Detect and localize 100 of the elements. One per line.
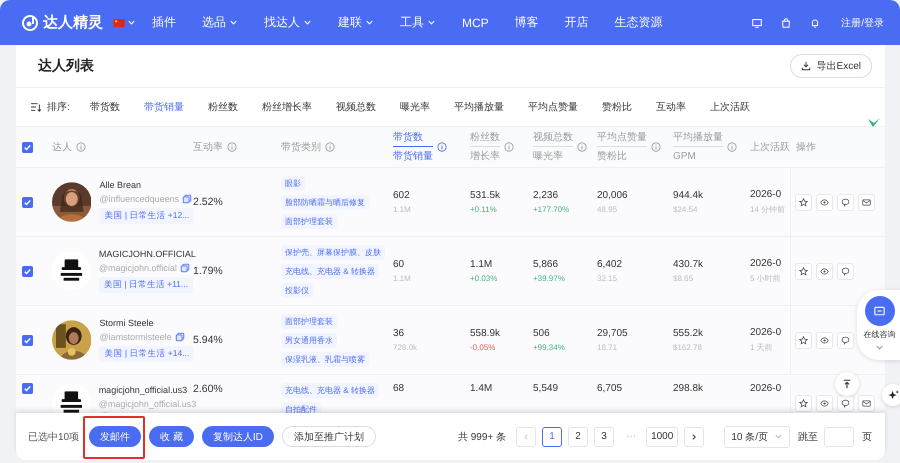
table-cell-text: 602 [393,190,411,201]
page-button[interactable]: 1 [542,426,562,446]
creator-name[interactable]: Alle Brean [99,180,193,190]
sort-option[interactable]: 赞粉比 [602,100,632,114]
column-header[interactable]: 粉丝数 增长率 [470,132,514,162]
copy-icon[interactable] [180,263,190,273]
action-button[interactable] [837,332,854,348]
chevron-down-icon [365,18,374,27]
column-header[interactable]: 平均播放量 GPM [673,132,737,162]
chat-bubble-icon [841,336,850,344]
chat-bubble-icon [841,266,850,276]
page-button[interactable]: 2 [568,426,588,446]
column-header[interactable]: 上次活跃 [750,140,790,154]
column-header[interactable]: 操作 [796,140,816,154]
action-button[interactable]: 收 藏 [149,426,194,447]
export-button[interactable]: 导出Excel [790,54,872,78]
chevron-left-icon [522,432,530,440]
creator-handle: @influencedqueens [99,194,180,204]
nav-item[interactable]: 博客 [514,14,539,31]
checkbox[interactable] [22,334,33,346]
consult-label: 在线咨询 [864,329,896,340]
page-jump-field[interactable] [824,426,854,446]
action-button[interactable] [858,194,875,210]
tag-chip[interactable]: 美国 | 日常生活 +11... [98,277,193,293]
creator-name[interactable]: magicjohn_official.us3 [98,384,193,394]
action-button[interactable] [837,194,854,210]
sparkle-button[interactable] [882,384,900,406]
sort-option[interactable]: 平均点赞量 [528,100,578,114]
action-button[interactable]: 复制达人ID [202,426,274,447]
logo-icon [22,14,38,30]
table-cell-text: +177.70% [533,205,570,214]
nav-item[interactable]: 插件 [152,14,176,31]
action-button[interactable] [837,262,854,280]
action-button[interactable]: 发邮件 [89,426,142,447]
page-button[interactable]: 1000 [646,426,678,446]
action-button[interactable] [816,262,833,280]
category-tag: 充电线、充电器 & 转换器 [281,264,379,278]
sort-option[interactable]: 带货数 [90,100,120,114]
action-button[interactable] [858,394,875,412]
checkbox[interactable] [22,196,33,208]
nav-item[interactable]: 工具 [400,14,436,31]
tag-chip[interactable]: 美国 | 日常生活 +12... [99,208,194,224]
monitor-icon[interactable] [751,16,764,28]
sort-option[interactable]: 视频总数 [336,100,376,114]
column-header[interactable]: 视频总数 曝光率 [533,132,587,162]
shopping-bag-icon[interactable] [780,16,792,28]
creator-name[interactable]: Stormi Steele [99,318,193,328]
column-header[interactable]: 带货类别 [281,140,335,154]
page-size-select[interactable]: 10 条/页 [724,426,790,448]
tag-chip[interactable]: 美国 | 日常生活 +14... [99,346,194,362]
column-header[interactable]: 互动率 [193,140,237,154]
action-button[interactable] [816,332,833,348]
column-header[interactable]: 带货数 带货销量 [393,132,447,162]
check-mark-icon[interactable] [867,117,881,129]
checkbox[interactable] [22,142,33,152]
action-button[interactable]: 添加至推广计划 [282,426,376,447]
checkbox[interactable] [22,266,33,276]
nav-item[interactable]: 选品 [202,14,238,31]
action-button[interactable] [816,194,833,210]
nav-item[interactable]: 开店 [564,14,589,31]
star-icon [799,198,808,206]
table-cell-text: 6,402 [597,259,624,270]
category-tag: 保护壳、屏幕保护膜、皮肤 [281,244,385,260]
checkbox[interactable] [22,383,33,394]
sort-option[interactable]: 粉丝增长率 [262,100,312,114]
table-cell-text: 944.4k [673,190,704,201]
sort-option[interactable]: 带货销量 [144,100,184,114]
table-cell-text: 531.5k [470,190,502,201]
flag-icon[interactable] [113,18,125,26]
column-header[interactable]: 达人 [52,140,86,154]
chevron-right-icon [690,432,698,440]
sort-option[interactable]: 互动率 [656,100,686,114]
table-cell-text: -0.05% [470,343,496,352]
sort-option[interactable]: 上次活跃 [710,100,750,114]
table-cell: 2.60% [193,383,223,395]
table-cell-text: +0.03% [470,274,498,283]
nav-item[interactable]: 找达人 [264,14,312,31]
table-cell-text: 20,006 [597,190,629,201]
table-cell-text: 2026-0 [750,258,782,269]
action-button[interactable] [795,262,812,280]
consult-button[interactable] [864,296,894,326]
copy-icon[interactable] [182,194,192,204]
sort-option[interactable]: 粉丝数 [208,100,238,114]
page-button[interactable]: 3 [594,426,614,446]
info-icon [325,142,335,152]
table-cell-text: +99.34% [533,343,566,352]
action-button[interactable] [795,194,812,210]
sort-option[interactable]: 曝光率 [400,100,430,114]
action-button[interactable] [816,394,833,412]
copy-icon[interactable] [174,332,185,342]
nav-item[interactable]: MCP [462,16,489,30]
action-button[interactable] [837,394,854,412]
action-button[interactable] [795,394,812,412]
mail-icon [862,398,871,408]
nav-item[interactable]: 生态资源 [614,14,663,31]
action-button[interactable] [795,332,812,348]
sort-option[interactable]: 平均播放量 [454,100,504,114]
nav-item[interactable]: 建联 [338,14,374,31]
login-link[interactable]: 注册/登录 [841,16,884,30]
column-header[interactable]: 平均点赞量 赞粉比 [597,132,661,162]
